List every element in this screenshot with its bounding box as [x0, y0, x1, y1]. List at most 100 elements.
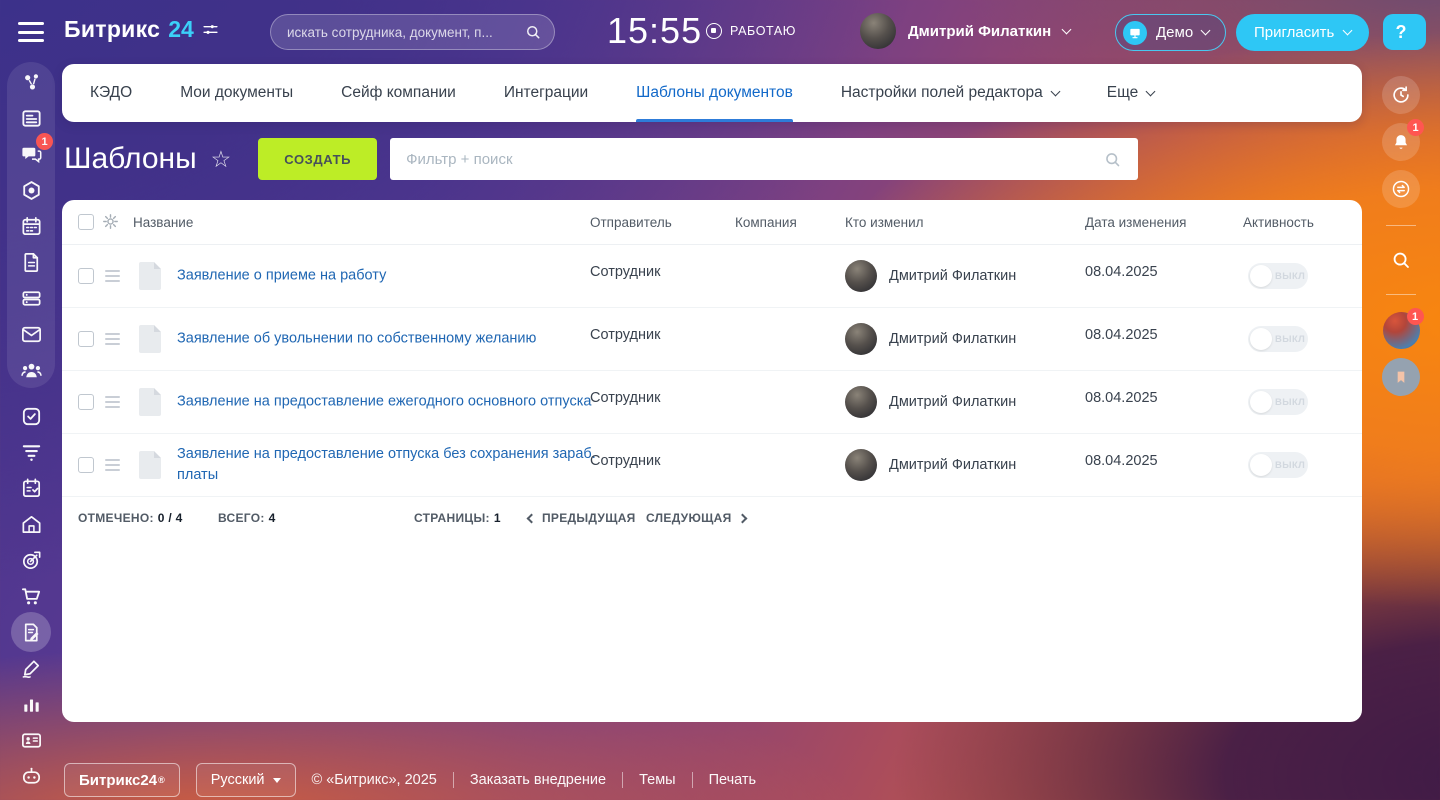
filter-search-icon[interactable] — [1103, 150, 1122, 169]
sidebar-item-feed[interactable] — [0, 64, 62, 100]
notifications-icon[interactable]: 1 — [1382, 123, 1420, 161]
sidebar-item-drive[interactable] — [0, 280, 62, 316]
toggle-label: ВЫКЛ — [1275, 460, 1305, 471]
pages-counter: СТРАНИЦЫ:1 — [414, 511, 501, 525]
implementation-link[interactable]: Заказать внедрение — [470, 772, 606, 788]
sidebar-item-crm-funnel[interactable] — [0, 434, 62, 470]
tab-more[interactable]: Еще — [1107, 64, 1155, 122]
row-checkbox[interactable] — [78, 331, 94, 347]
sidebar-item-calendar[interactable] — [0, 208, 62, 244]
sidebar-item-employees[interactable] — [0, 352, 62, 388]
user-name: Дмитрий Филаткин — [908, 23, 1051, 40]
column-header-activity[interactable]: Активность — [1243, 215, 1314, 230]
sliders-icon[interactable] — [202, 21, 219, 38]
support-avatar[interactable]: 1 — [1383, 312, 1420, 349]
sidebar-item-messenger[interactable]: 1 — [0, 136, 62, 172]
template-link[interactable]: Заявление на предоставление ежегодного о… — [177, 391, 609, 412]
sidebar-item-news[interactable] — [0, 100, 62, 136]
next-page-link[interactable]: СЛЕДУЮЩАЯ — [646, 511, 746, 525]
tab-label: КЭДО — [90, 84, 132, 102]
logo-number: 24 — [168, 16, 194, 43]
sidebar-item-automation[interactable] — [0, 758, 62, 794]
sidebar-item-sign-docs[interactable] — [0, 614, 62, 650]
modified-by-name: Дмитрий Филаткин — [889, 457, 1016, 473]
drag-handle-icon[interactable] — [105, 459, 120, 474]
drag-handle-icon[interactable] — [105, 396, 120, 411]
create-button[interactable]: СОЗДАТЬ — [258, 138, 377, 180]
table-row: Заявление об увольнении по собственному … — [62, 308, 1362, 371]
activity-toggle[interactable]: ВЫКЛ — [1248, 263, 1308, 289]
bitrix24-footer-button[interactable]: Битрикс24® — [64, 763, 180, 797]
column-header-modified-date[interactable]: Дата изменения — [1085, 215, 1186, 230]
activity-toggle[interactable]: ВЫКЛ — [1248, 452, 1308, 478]
plan-swap-icon[interactable] — [1382, 170, 1420, 208]
tab-kedo[interactable]: КЭДО — [90, 64, 132, 122]
time-tracker-icon[interactable] — [1382, 76, 1420, 114]
template-link[interactable]: Заявление об увольнении по собственному … — [177, 328, 609, 349]
sidebar-item-marketing[interactable] — [0, 542, 62, 578]
activity-toggle[interactable]: ВЫКЛ — [1248, 326, 1308, 352]
avatar — [845, 323, 877, 355]
sidebar-item-mail[interactable] — [0, 316, 62, 352]
language-selector[interactable]: Русский — [196, 763, 296, 797]
document-icon — [139, 388, 161, 416]
user-menu[interactable]: Дмитрий Филаткин — [860, 13, 1070, 49]
tab-label: Еще — [1107, 84, 1139, 102]
global-search-input[interactable] — [287, 25, 524, 40]
sidebar-item-analytics[interactable] — [0, 686, 62, 722]
filter-search[interactable] — [390, 138, 1138, 180]
tab-my-documents[interactable]: Мои документы — [180, 64, 293, 122]
tab-company-safe[interactable]: Сейф компании — [341, 64, 456, 122]
drag-handle-icon[interactable] — [105, 270, 120, 285]
grid-settings-gear-icon[interactable] — [102, 213, 119, 230]
invite-button[interactable]: Пригласить — [1236, 14, 1369, 51]
table-row: Заявление о приеме на работу Сотрудник Д… — [62, 245, 1362, 308]
select-all-checkbox[interactable] — [78, 214, 94, 230]
row-checkbox[interactable] — [78, 268, 94, 284]
sidebar-item-collab[interactable] — [0, 172, 62, 208]
demo-button[interactable]: Демо — [1115, 14, 1226, 51]
tab-label: Мои документы — [180, 84, 293, 102]
favorite-star-icon[interactable]: ☆ — [211, 146, 232, 173]
table-row: Заявление на предоставление отпуска без … — [62, 434, 1362, 497]
help-button-side[interactable]: ? — [1383, 14, 1419, 50]
menu-icon[interactable] — [18, 22, 44, 42]
filter-search-input[interactable] — [406, 151, 1103, 168]
sender-cell: Сотрудник — [590, 390, 660, 406]
work-status[interactable]: РАБОТАЮ — [706, 23, 796, 39]
sidebar-item-esign[interactable] — [0, 650, 62, 686]
logo[interactable]: Битрикс 24 — [64, 16, 219, 43]
sidebar-item-hr[interactable] — [0, 722, 62, 758]
column-header-name[interactable]: Название — [133, 215, 193, 230]
checked-counter: ОТМЕЧЕНО:0 / 4 — [78, 511, 183, 525]
sidebar-item-more[interactable] — [0, 794, 62, 800]
template-link[interactable]: Заявление о приеме на работу — [177, 265, 609, 286]
global-search[interactable] — [270, 14, 555, 50]
tab-editor-field-settings[interactable]: Настройки полей редактора — [841, 64, 1059, 122]
prev-page-link[interactable]: ПРЕДЫДУЩАЯ — [528, 511, 636, 525]
row-checkbox[interactable] — [78, 457, 94, 473]
column-header-sender[interactable]: Отправитель — [590, 215, 672, 230]
sidebar-item-warehouse[interactable] — [0, 506, 62, 542]
modified-by-cell: Дмитрий Филаткин — [845, 449, 1016, 481]
clock[interactable]: 15:55 — [607, 10, 702, 52]
invite-label: Пригласить — [1254, 24, 1334, 41]
activity-toggle[interactable]: ВЫКЛ — [1248, 389, 1308, 415]
sidebar-item-tasks[interactable] — [0, 398, 62, 434]
print-link[interactable]: Печать — [709, 772, 757, 788]
tab-document-templates[interactable]: Шаблоны документов — [636, 64, 793, 122]
search-icon[interactable] — [524, 23, 542, 41]
column-header-modified-by[interactable]: Кто изменил — [845, 215, 924, 230]
search-icon-side[interactable] — [1382, 243, 1420, 277]
template-link[interactable]: Заявление на предоставление отпуска без … — [177, 444, 609, 486]
sidebar-item-planner[interactable] — [0, 470, 62, 506]
row-checkbox[interactable] — [78, 394, 94, 410]
sidebar-item-documents[interactable] — [0, 244, 62, 280]
drag-handle-icon[interactable] — [105, 333, 120, 348]
themes-link[interactable]: Темы — [639, 772, 676, 788]
column-header-company[interactable]: Компания — [735, 215, 797, 230]
tab-integrations[interactable]: Интеграции — [504, 64, 588, 122]
bookmark-icon[interactable] — [1382, 358, 1420, 396]
chevron-down-icon — [1146, 86, 1156, 96]
sidebar-item-shop[interactable] — [0, 578, 62, 614]
